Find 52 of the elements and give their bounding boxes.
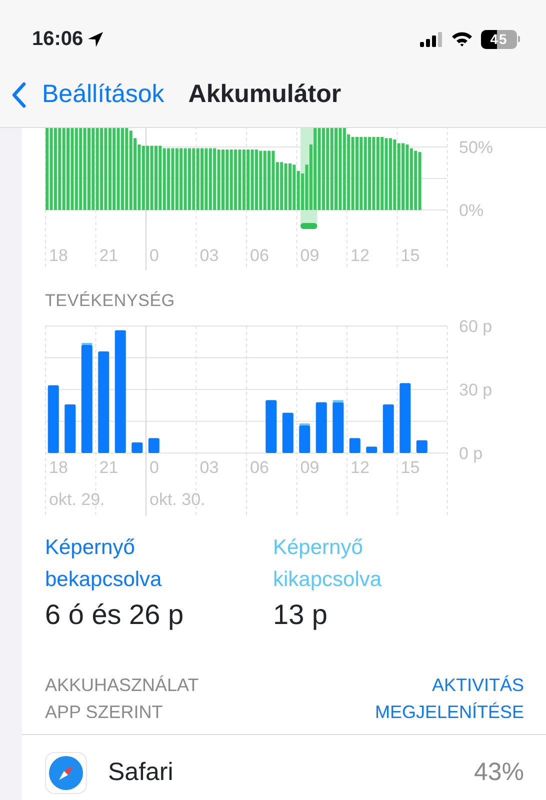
activity-bar [366,446,378,452]
show-activity-link[interactable]: AKTIVITÁS MEGJELENÍTÉSE [334,672,524,726]
axis-label: 09 [300,246,320,265]
date-label: okt. 30. [150,490,206,508]
axis-label: 18 [49,458,68,476]
axis-label: 60 p [459,320,492,336]
axis-label: 18 [49,246,68,265]
activity-bar [132,442,143,452]
axis-label: 50% [459,138,494,157]
section-title: TEVÉKENYSÉG [44,290,176,312]
signal-icon [420,32,443,46]
axis-label: 06 [250,246,269,265]
app-percentage: 43% [474,757,524,788]
activity-bar [148,438,160,452]
date-label: okt. 29. [49,490,105,508]
activity-bar [64,404,76,452]
activity-bar [316,402,327,452]
stat-value: 13 p [273,598,328,632]
page-title: Akkumulátor [188,79,342,110]
wifi-icon [451,31,473,47]
axis-label: 15 [400,246,420,265]
back-chevron-icon [12,82,26,108]
axis-label: 30 p [459,380,492,399]
back-button[interactable]: Beállítások [12,76,164,114]
axis-label: 21 [99,458,118,476]
axis-label: 03 [200,458,219,476]
axis-label: 0 [150,246,159,265]
axis-label: 09 [300,458,320,476]
activity-bar [400,382,411,452]
activity-bar [266,400,277,452]
activity-bar [349,438,360,452]
app-name: Safari [108,757,174,788]
activity-bar [382,404,394,452]
axis-label: 12 [350,246,370,265]
stat-label: Képernyő bekapcsolva [45,534,163,592]
axis-label: 0 [150,458,159,476]
status-time: 16:06 [32,27,84,52]
axis-label: 21 [99,246,118,265]
axis-label: 12 [350,458,370,476]
stat-label: Képernyő kikapcsolva [273,534,383,592]
axis-label: 0 p [459,444,483,462]
activity-bar [48,384,59,452]
axis-label: 0% [459,201,484,220]
axis-label: 06 [250,458,269,476]
section-title: AKKUHASZNÁLAT APP SZERINT [45,674,200,724]
stat-value: 6 ó és 26 p [45,598,185,632]
compass-icon [45,752,87,794]
location-arrow-icon [87,30,104,48]
activity-bar [282,412,294,452]
axis-label: 03 [200,246,219,265]
axis-label: 15 [400,458,420,476]
activity-bar [416,440,428,452]
